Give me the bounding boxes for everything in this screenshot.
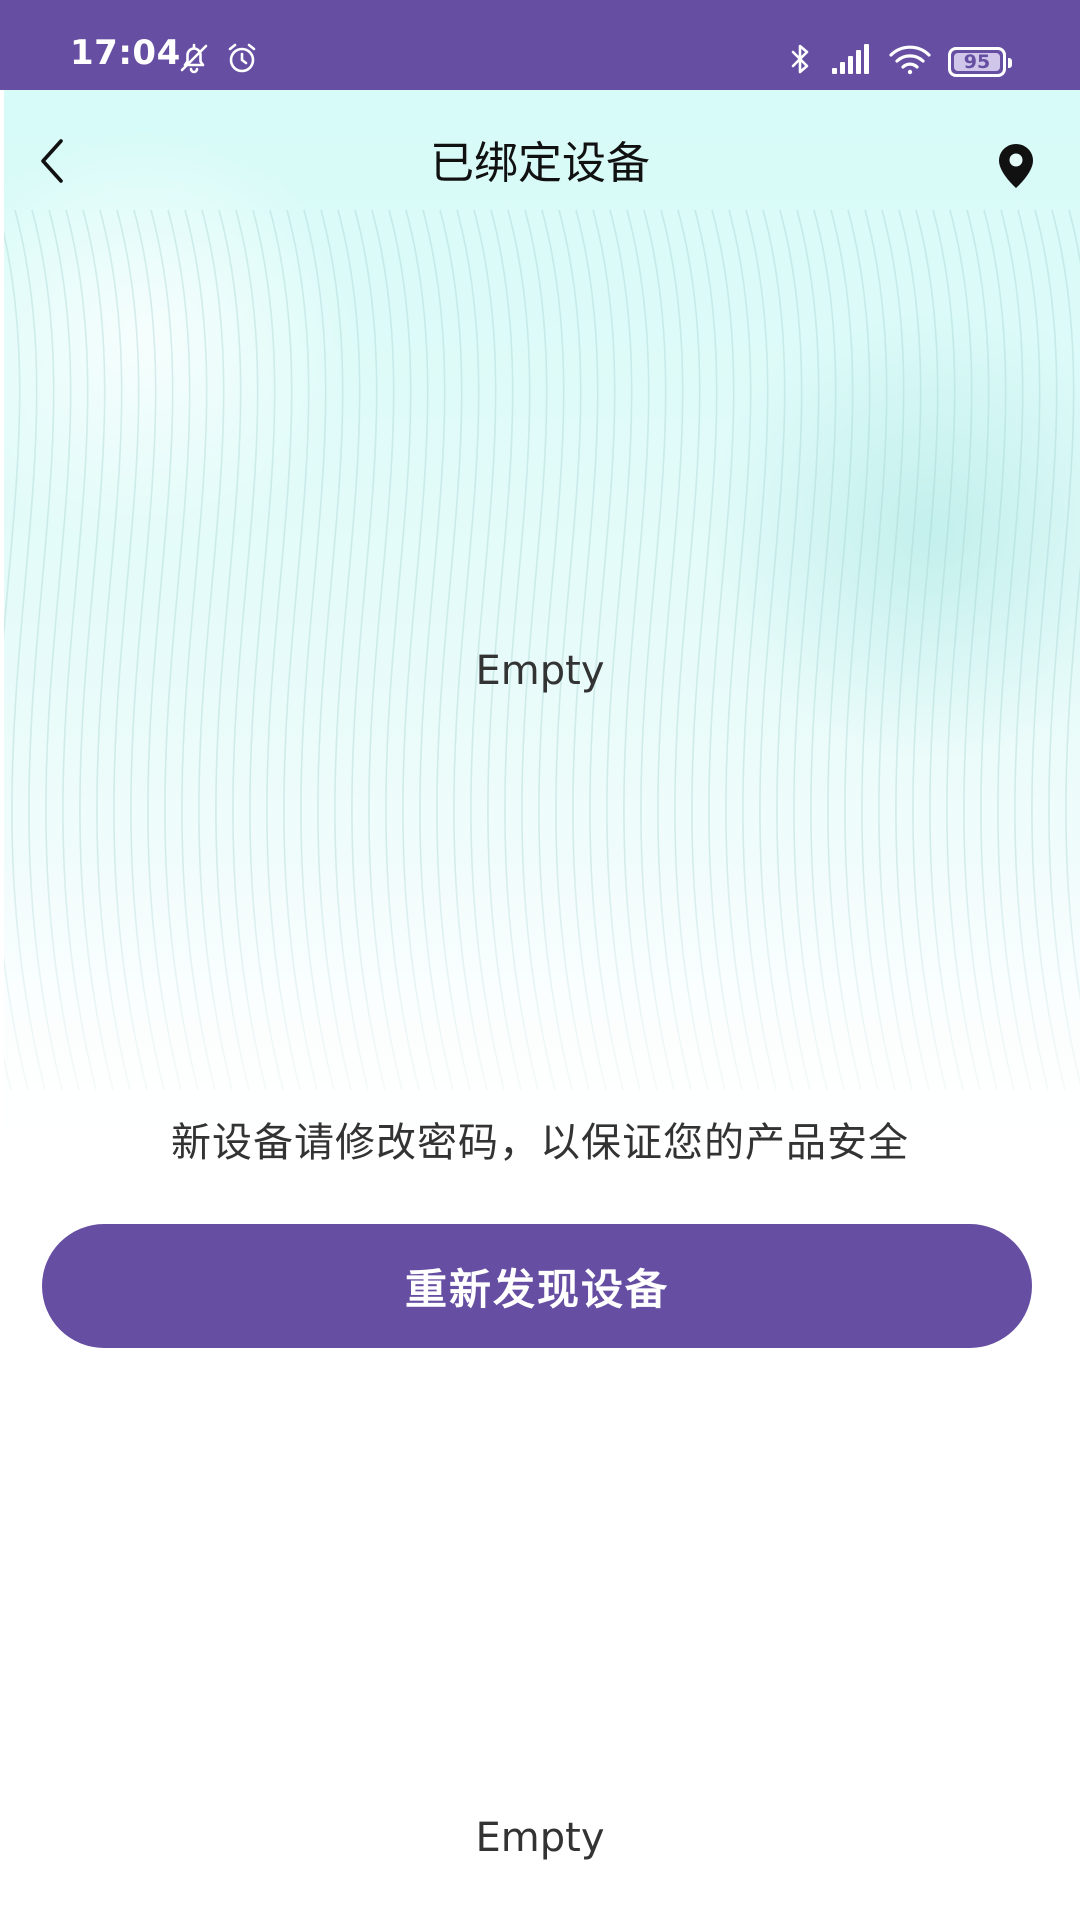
status-left-icons (176, 40, 260, 80)
empty-state-text-bottom: Empty (475, 1815, 605, 1861)
page-title: 已绑定设备 (430, 138, 650, 189)
rediscover-devices-button[interactable]: 重新发现设备 (42, 1224, 1032, 1348)
location-pin-icon (997, 142, 1035, 194)
hero-background (4, 90, 1080, 1180)
status-time: 17:04 (70, 33, 181, 73)
wave-lines-decoration (4, 90, 1080, 1180)
status-bar: 17:04 95 (0, 0, 1080, 90)
nav-bar: 已绑定设备 (0, 90, 1080, 240)
battery-icon: 95 (948, 47, 1012, 77)
password-hint-text: 新设备请修改密码，以保证您的产品安全 (171, 1120, 909, 1166)
status-right-icons: 95 (788, 42, 1012, 82)
location-button[interactable] (986, 138, 1046, 198)
wifi-icon (888, 44, 932, 80)
bluetooth-icon (788, 42, 814, 82)
empty-state-text: Empty (475, 648, 605, 694)
battery-level: 95 (963, 51, 991, 73)
alarm-icon (224, 40, 260, 80)
cellular-signal-icon (830, 44, 872, 80)
notifications-off-icon (176, 40, 212, 80)
